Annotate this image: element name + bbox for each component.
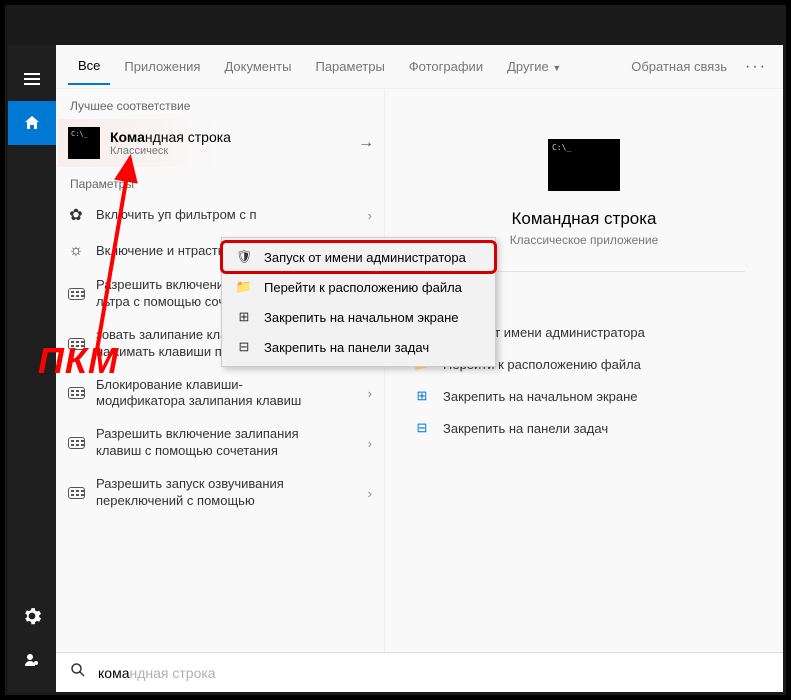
folder-icon: 📁	[234, 279, 254, 295]
tab-apps[interactable]: Приложения	[114, 49, 210, 84]
hamburger-menu[interactable]	[8, 57, 56, 101]
expand-arrow-icon[interactable]: →	[358, 134, 374, 152]
setting-item[interactable]: ✿ Включить уп фильтром с п ›	[56, 197, 384, 233]
settings-button[interactable]	[8, 594, 56, 638]
context-pin-taskbar[interactable]: ⊟ Закрепить на панели задач	[222, 332, 495, 362]
chevron-right-icon: ›	[368, 386, 372, 401]
section-best-match: Лучшее соответствие	[56, 89, 384, 119]
gear-icon	[23, 607, 41, 625]
keyboard-icon	[66, 284, 86, 304]
section-settings: Параметры	[56, 167, 384, 197]
cmd-icon: C:\_	[68, 127, 100, 159]
tab-other[interactable]: Другие ▼	[497, 49, 571, 84]
home-button[interactable]	[8, 101, 56, 145]
chevron-right-icon: ›	[368, 208, 372, 223]
main-panel: Все Приложения Документы Параметры Фотог…	[56, 45, 783, 692]
pin-icon: ⊟	[234, 339, 254, 355]
context-open-location[interactable]: 📁 Перейти к расположению файла	[222, 272, 495, 302]
tab-photos[interactable]: Фотографии	[399, 49, 493, 84]
chevron-right-icon: ›	[368, 486, 372, 501]
keyboard-icon	[66, 483, 86, 503]
admin-icon: 🛡	[234, 249, 254, 265]
palette-icon: ✿	[66, 205, 86, 225]
feedback-link[interactable]: Обратная связь	[621, 49, 737, 84]
account-button[interactable]	[8, 638, 56, 682]
pin-icon: ⊞	[234, 309, 254, 325]
preview-subtitle: Классическое приложение	[510, 233, 659, 247]
keyboard-icon	[66, 383, 86, 403]
keyboard-icon	[66, 433, 86, 453]
brightness-icon: ☼	[66, 241, 86, 261]
preview-title: Командная строка	[511, 209, 656, 229]
tab-settings[interactable]: Параметры	[305, 49, 394, 84]
context-run-as-admin[interactable]: 🛡 Запуск от имени администратора	[222, 242, 495, 272]
setting-item[interactable]: Разрешить запуск озвучивания переключени…	[56, 468, 384, 518]
setting-item[interactable]: Разрешить включение залипания клавиш с п…	[56, 418, 384, 468]
search-bar[interactable]: командная строка	[56, 652, 783, 692]
best-match-subtitle: Классическ	[110, 145, 231, 157]
search-text: командная строка	[98, 665, 216, 681]
action-pin-start[interactable]: ⊞ Закрепить на начальном экране	[405, 380, 763, 412]
pin-icon: ⊞	[413, 388, 431, 404]
person-icon	[24, 652, 40, 668]
filter-tabs: Все Приложения Документы Параметры Фотог…	[56, 45, 783, 89]
home-icon	[24, 115, 40, 131]
context-pin-start[interactable]: ⊞ Закрепить на начальном экране	[222, 302, 495, 332]
best-match-result[interactable]: C:\_ Командная строка Классическ →	[58, 119, 382, 167]
tab-all[interactable]: Все	[68, 48, 110, 85]
search-icon	[70, 662, 86, 683]
more-button[interactable]: ···	[741, 58, 771, 76]
best-match-title: Командная строка	[110, 129, 231, 145]
pin-icon: ⊟	[413, 420, 431, 436]
action-pin-taskbar[interactable]: ⊟ Закрепить на панели задач	[405, 412, 763, 444]
context-menu: 🛡 Запуск от имени администратора 📁 Перей…	[221, 237, 496, 367]
chevron-right-icon: ›	[368, 436, 372, 451]
annotation-label: ПКМ	[38, 340, 119, 382]
preview-pane: C:\_ Командная строка Классическое прило…	[384, 89, 783, 652]
tab-docs[interactable]: Документы	[214, 49, 301, 84]
app-preview-icon: C:\_	[548, 139, 620, 191]
